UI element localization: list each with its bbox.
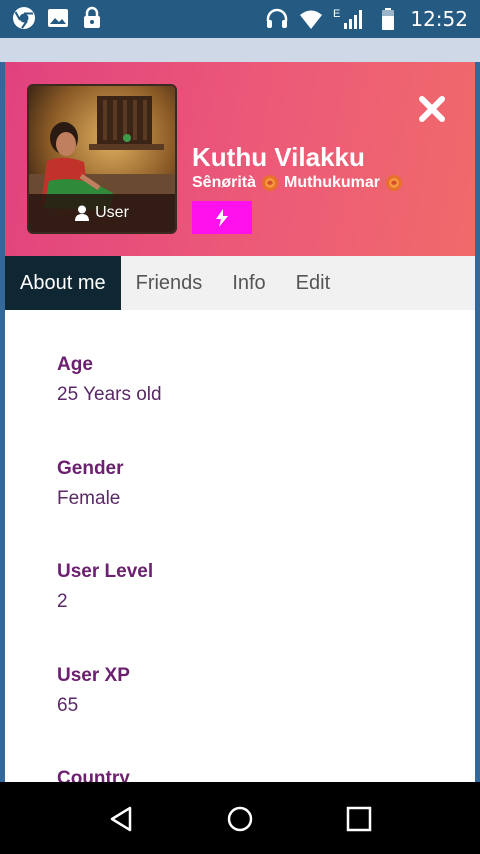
- field-label: Gender: [57, 458, 124, 479]
- field-user-level: User Level 2: [57, 561, 153, 613]
- image-icon: [48, 9, 68, 27]
- close-icon[interactable]: [417, 94, 447, 124]
- avatar-role-badge: User: [29, 194, 175, 232]
- navigation-bar: [0, 782, 480, 854]
- tab-edit[interactable]: Edit: [281, 256, 345, 310]
- network-type-label: E: [333, 8, 341, 20]
- profile-name: Kuthu Vilakku: [192, 142, 365, 172]
- rose-icon: [262, 175, 279, 191]
- field-age: Age 25 Years old: [57, 354, 162, 406]
- subtitle-part-1: Sênørità: [192, 174, 257, 191]
- status-bar: E 12:52: [0, 0, 480, 38]
- subtitle-part-2: Muthukumar: [284, 174, 381, 191]
- recents-icon[interactable]: [344, 804, 374, 834]
- signal-icon: [344, 10, 363, 29]
- avatar-role-label: User: [95, 204, 129, 221]
- field-gender: Gender Female: [57, 458, 124, 510]
- profile-modal: User Kuthu Vilakku Sênørità Muthukumar A…: [5, 62, 475, 782]
- background-app-right: [475, 62, 480, 782]
- tab-friends[interactable]: Friends: [121, 256, 218, 310]
- about-me-content[interactable]: Age 25 Years old Gender Female User Leve…: [5, 310, 475, 782]
- profile-header: User Kuthu Vilakku Sênørità Muthukumar: [5, 62, 475, 256]
- field-label: Country: [57, 768, 130, 782]
- tab-about-me[interactable]: About me: [5, 256, 121, 310]
- field-value: 2: [57, 591, 68, 612]
- battery-icon: [382, 8, 395, 30]
- back-icon[interactable]: [106, 804, 136, 834]
- field-user-xp: User XP 65: [57, 665, 130, 717]
- chrome-icon: [13, 7, 35, 29]
- rose-icon: [386, 175, 403, 191]
- boost-button[interactable]: [192, 201, 252, 234]
- field-country: Country: [57, 768, 130, 782]
- clock: 12:52: [410, 7, 468, 31]
- lightning-icon: [216, 208, 228, 227]
- profile-subtitle: Sênørità Muthukumar: [192, 174, 403, 192]
- avatar[interactable]: User: [27, 84, 177, 234]
- field-value: 25 Years old: [57, 384, 162, 405]
- profile-tabs: About me Friends Info Edit: [5, 256, 475, 310]
- field-value: 65: [57, 695, 79, 716]
- tab-info[interactable]: Info: [217, 256, 280, 310]
- background-app-strip: [0, 38, 480, 62]
- field-label: Age: [57, 354, 93, 375]
- user-icon: [75, 205, 90, 221]
- field-value: Female: [57, 488, 121, 509]
- headset-icon: [266, 8, 288, 28]
- wifi-icon: [300, 10, 323, 29]
- field-label: User XP: [57, 665, 130, 686]
- lock-icon: [84, 6, 100, 28]
- home-icon[interactable]: [225, 804, 255, 834]
- field-label: User Level: [57, 561, 154, 582]
